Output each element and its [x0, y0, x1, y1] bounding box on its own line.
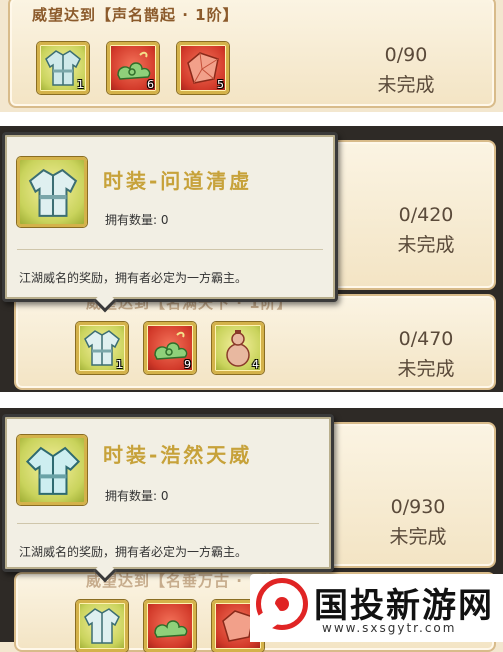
tooltip-owned-count: 拥有数量: 0	[105, 489, 169, 503]
band-2: 0/420 未完成 威望达到【名满天下 · 1阶】 1 9 4 0/470 未完…	[0, 126, 503, 392]
robe-icon	[28, 168, 78, 217]
item-quantity: 1	[77, 78, 84, 91]
tooltip-item-slot	[17, 157, 87, 227]
item-quantity: 5	[217, 78, 224, 91]
reward-slot[interactable]: 1	[76, 322, 128, 374]
progress-count: 0/420	[398, 204, 454, 226]
site-watermark: 国投新游网 www.sxsgytr.com	[250, 574, 503, 642]
reward-slot[interactable]	[76, 600, 128, 652]
status-text: 未完成	[389, 526, 447, 548]
tooltip-item-name: 时装-浩然天威	[103, 443, 253, 467]
tooltip-item-name: 时装-问道清虚	[103, 169, 253, 193]
reward-slot[interactable]: 6	[107, 42, 159, 94]
card-title: 威望达到【声名鹊起 · 1阶】	[32, 6, 239, 24]
tooltip-owned-count: 拥有数量: 0	[105, 213, 169, 227]
item-quantity: 1	[116, 358, 123, 371]
watermark-url: www.sxsgytr.com	[322, 621, 457, 635]
robe-icon	[84, 608, 120, 644]
tooltip-divider	[17, 523, 319, 524]
separator	[0, 392, 503, 408]
item-quantity: 9	[184, 358, 191, 371]
progress-count: 0/90	[384, 44, 428, 66]
progress-count: 0/470	[398, 328, 454, 350]
tooltip-description: 江湖威名的奖励，拥有者必定为一方霸主。	[19, 271, 248, 285]
cloud-icon	[154, 620, 188, 638]
reward-slot[interactable]: 1	[37, 42, 89, 94]
reward-card[interactable]: 威望达到【名满天下 · 1阶】 1 9 4 0/470 未完成	[14, 294, 496, 390]
site-logo-icon	[250, 578, 308, 636]
item-tooltip: 时装-问道清虚 拥有数量: 0 江湖威名的奖励，拥有者必定为一方霸主。	[2, 132, 338, 313]
band-1: 威望达到【声名鹊起 · 1阶】 1 6 5 0/90 未完成	[0, 0, 503, 112]
item-quantity: 4	[252, 358, 259, 371]
separator	[0, 112, 503, 126]
status-text: 未完成	[397, 234, 455, 256]
tooltip-item-slot	[17, 435, 87, 505]
item-tooltip: 时装-浩然天威 拥有数量: 0 江湖威名的奖励，拥有者必定为一方霸主。	[2, 414, 334, 583]
reward-slot[interactable]: 4	[212, 322, 264, 374]
reward-slot[interactable]: 5	[177, 42, 229, 94]
status-text: 未完成	[377, 74, 435, 96]
tooltip-divider	[17, 249, 323, 250]
reward-slot[interactable]	[144, 600, 196, 652]
item-quantity: 6	[147, 78, 154, 91]
reward-card[interactable]: 威望达到【声名鹊起 · 1阶】 1 6 5 0/90 未完成	[8, 0, 496, 108]
robe-icon	[25, 446, 81, 495]
progress-count: 0/930	[390, 496, 446, 518]
tooltip-description: 江湖威名的奖励，拥有者必定为一方霸主。	[19, 545, 248, 559]
reward-slot[interactable]: 9	[144, 322, 196, 374]
watermark-title: 国投新游网	[314, 586, 494, 626]
status-text: 未完成	[397, 358, 455, 380]
